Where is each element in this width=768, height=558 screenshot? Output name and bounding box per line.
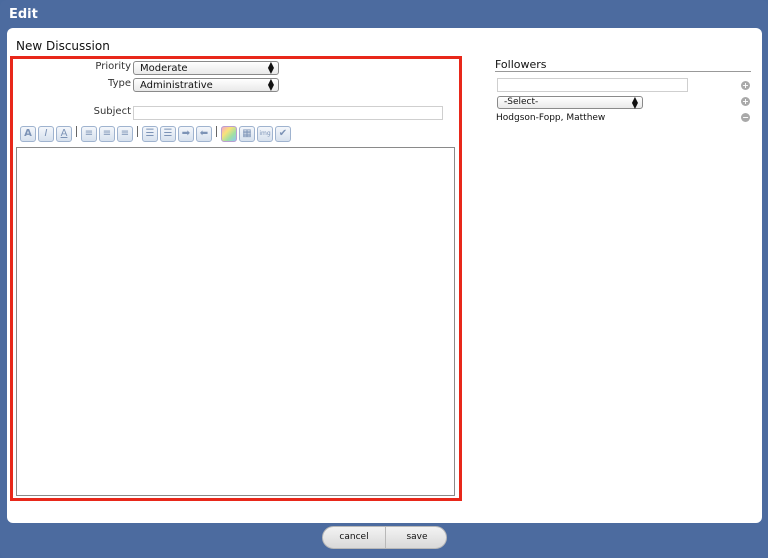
unordered-list-icon[interactable]: ☰ bbox=[160, 126, 176, 142]
italic-icon[interactable]: I bbox=[38, 126, 54, 142]
underline-icon[interactable]: A bbox=[56, 126, 72, 142]
followers-title: Followers bbox=[495, 58, 547, 71]
outdent-icon[interactable]: ⬅ bbox=[196, 126, 212, 142]
align-left-icon[interactable]: ≡ bbox=[81, 126, 97, 142]
spellcheck-icon[interactable]: ✔ bbox=[275, 126, 291, 142]
table-icon[interactable]: ▦ bbox=[239, 126, 255, 142]
dialog-title: Edit bbox=[9, 7, 38, 22]
bold-icon[interactable]: A bbox=[20, 126, 36, 142]
subject-input[interactable] bbox=[133, 106, 443, 120]
toolbar-separator bbox=[76, 126, 77, 137]
select-arrows-icon: ▲ ▼ bbox=[267, 77, 274, 92]
priority-select[interactable]: Moderate ▲ ▼ bbox=[133, 61, 279, 75]
indent-icon[interactable]: ➡ bbox=[178, 126, 194, 142]
add-icon[interactable]: + bbox=[741, 81, 750, 90]
follower-item: Hodgson-Fopp, Matthew bbox=[496, 113, 606, 123]
toolbar-separator bbox=[216, 126, 217, 137]
type-value: Administrative bbox=[140, 80, 213, 91]
subject-label: Subject bbox=[93, 106, 131, 117]
dialog-panel: New Discussion Priority Moderate ▲ ▼ Type… bbox=[7, 28, 762, 523]
footer-button-group: cancel save bbox=[322, 526, 447, 549]
toolbar-separator bbox=[137, 126, 138, 137]
form-heading: New Discussion bbox=[16, 39, 110, 53]
follower-select-value: -Select- bbox=[504, 97, 539, 107]
remove-icon[interactable]: − bbox=[741, 113, 750, 122]
followers-divider bbox=[495, 71, 751, 72]
discussion-body-editor[interactable] bbox=[16, 147, 455, 496]
align-center-icon[interactable]: ≡ bbox=[99, 126, 115, 142]
follower-select[interactable]: -Select- ▲ ▼ bbox=[497, 95, 643, 110]
add-icon[interactable]: + bbox=[741, 97, 750, 106]
priority-value: Moderate bbox=[140, 63, 188, 74]
image-icon[interactable]: img bbox=[257, 126, 273, 142]
priority-label: Priority bbox=[95, 61, 131, 72]
edit-dialog: Edit New Discussion Priority Moderate ▲ ▼… bbox=[0, 0, 768, 558]
select-arrows-icon: ▲ ▼ bbox=[631, 95, 638, 110]
color-icon[interactable] bbox=[221, 126, 237, 142]
save-button[interactable]: save bbox=[386, 527, 446, 548]
follower-search-input[interactable] bbox=[497, 78, 688, 92]
ordered-list-icon[interactable]: ☰ bbox=[142, 126, 158, 142]
align-right-icon[interactable]: ≡ bbox=[117, 126, 133, 142]
cancel-button[interactable]: cancel bbox=[323, 527, 385, 548]
select-arrows-icon: ▲ ▼ bbox=[267, 60, 274, 75]
type-label: Type bbox=[108, 78, 131, 89]
type-select[interactable]: Administrative ▲ ▼ bbox=[133, 78, 279, 92]
